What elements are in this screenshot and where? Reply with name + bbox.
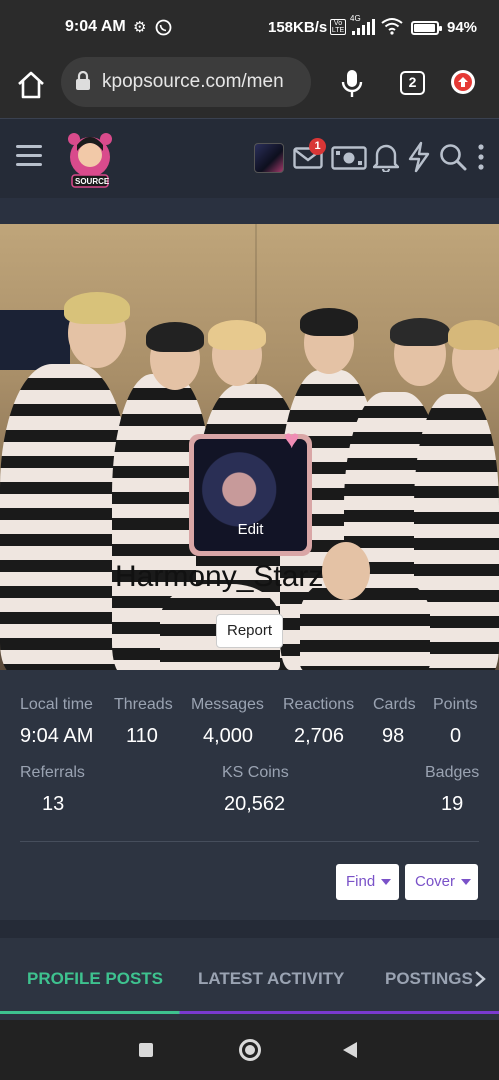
stat-label-threads[interactable]: Threads	[114, 696, 173, 714]
stat-label-local-time: Local time	[20, 696, 93, 713]
volte-icon: Vo LTE	[330, 19, 346, 35]
back-icon[interactable]	[343, 1042, 357, 1058]
status-time: 9:04 AM	[65, 18, 126, 35]
heart-icon: ♥	[284, 424, 300, 454]
lock-icon	[74, 70, 92, 91]
profile-username: Harmony_Starz	[115, 560, 324, 593]
home-icon[interactable]	[14, 68, 48, 102]
recents-icon[interactable]	[139, 1043, 153, 1057]
chevron-down-icon	[381, 879, 392, 886]
tab-underline	[0, 1011, 499, 1014]
url-text: kpopsource.com/men	[102, 71, 284, 92]
stat-value-cards[interactable]: 98	[382, 725, 404, 748]
section-gap	[0, 920, 499, 938]
chevron-down-icon	[461, 879, 472, 886]
find-dropdown-button[interactable]: Find	[336, 864, 399, 900]
stat-label-points[interactable]: Points	[433, 696, 477, 714]
logo-text: SOURCE	[75, 177, 110, 186]
cover-dropdown-button[interactable]: Cover	[405, 864, 478, 900]
status-bar: 9:04 AM ⚙ 158KB/s Vo LTE 4G 94%	[0, 0, 499, 56]
mic-icon[interactable]	[340, 69, 364, 99]
stat-label-messages[interactable]: Messages	[191, 696, 264, 714]
stat-value-points[interactable]: 0	[450, 725, 461, 748]
stat-value-threads[interactable]: 110	[126, 725, 158, 748]
stat-value-messages[interactable]: 4,000	[203, 725, 253, 748]
stats-divider	[20, 841, 479, 842]
home-nav-icon[interactable]	[239, 1039, 261, 1061]
notification-badge: 1	[309, 138, 326, 155]
search-icon[interactable]	[439, 143, 467, 176]
url-bar[interactable]: kpopsource.com/men	[61, 57, 311, 107]
stat-value-badges[interactable]: 19	[441, 793, 463, 816]
battery-icon	[411, 21, 442, 35]
more-vertical-icon[interactable]	[477, 144, 485, 175]
stat-value-reactions[interactable]: 2,706	[294, 725, 344, 748]
stat-value-ks-coins: 20,562	[224, 793, 286, 815]
tab-profile-posts[interactable]: PROFILE POSTS	[27, 969, 163, 989]
chevron-right-icon[interactable]	[474, 971, 486, 987]
net-speed: 158KB/s	[268, 19, 328, 36]
stat-label-cards[interactable]: Cards	[373, 696, 416, 714]
android-nav-bar	[0, 1020, 499, 1080]
user-avatar[interactable]	[254, 143, 284, 173]
site-header: SOURCE	[0, 118, 499, 198]
site-logo[interactable]: SOURCE	[60, 123, 120, 195]
report-button[interactable]: Report	[216, 614, 283, 648]
stat-value-referrals[interactable]: 13	[42, 793, 64, 816]
update-icon[interactable]	[451, 70, 475, 94]
browser-toolbar: kpopsource.com/men 2	[0, 56, 499, 118]
tab-latest-activity[interactable]: LATEST ACTIVITY	[198, 969, 344, 989]
battery-percent: 94%	[447, 19, 478, 36]
hamburger-icon[interactable]	[16, 145, 42, 169]
stat-label-ks-coins: KS Coins	[222, 764, 289, 781]
stat-value-local-time: 9:04 AM	[20, 725, 94, 747]
cover-label: Cover	[415, 873, 456, 890]
tab-postings[interactable]: POSTINGS	[385, 969, 473, 989]
bolt-icon[interactable]	[407, 141, 431, 178]
bell-icon[interactable]	[372, 142, 400, 177]
avatar-edit-label[interactable]: Edit	[189, 521, 312, 538]
find-label: Find	[346, 873, 376, 890]
tabs-icon[interactable]: 2	[400, 71, 425, 95]
gear-icon: ⚙	[133, 19, 147, 36]
network-type: 4G	[350, 14, 361, 23]
spacer	[0, 198, 499, 224]
stat-label-badges[interactable]: Badges	[425, 764, 479, 782]
money-icon[interactable]	[331, 146, 367, 175]
whatsapp-icon	[155, 19, 172, 41]
profile-tabs: PROFILE POSTS LATEST ACTIVITY POSTINGS	[0, 938, 499, 1020]
stat-label-reactions[interactable]: Reactions	[283, 696, 354, 714]
stat-label-referrals[interactable]: Referrals	[20, 764, 85, 782]
wifi-icon	[381, 17, 403, 40]
